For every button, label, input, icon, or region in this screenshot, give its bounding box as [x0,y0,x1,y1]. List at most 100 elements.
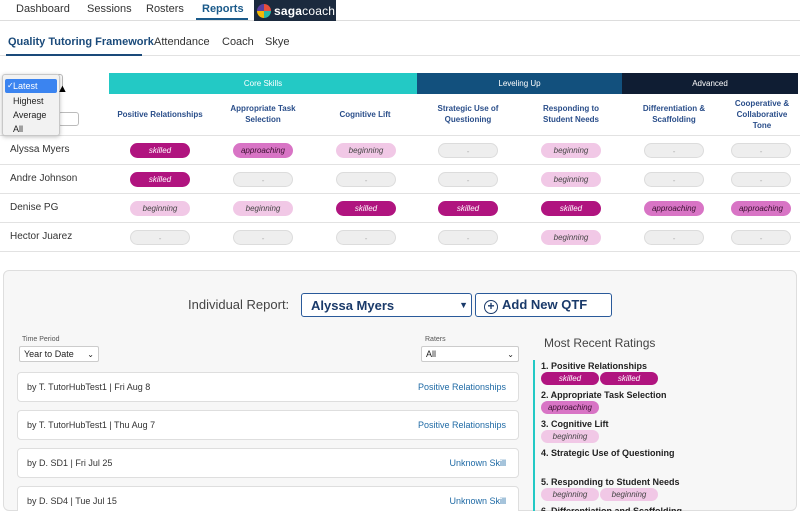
report-card[interactable]: by T. TutorHubTest1 | Fri Aug 8 Positive… [17,372,519,402]
tab-coach[interactable]: Coach [222,36,254,48]
view-option-all[interactable]: All [3,122,59,136]
brand-logo[interactable]: sagacoach [254,0,336,21]
view-option-latest[interactable]: ✓ Latest [5,79,57,93]
report-author-date: by D. SD4 | Tue Jul 15 [27,496,117,506]
time-period-value: Year to Date [24,349,74,359]
tab-reports[interactable]: Reports [202,3,244,15]
rating-pill: - [130,230,190,245]
tab-rosters[interactable]: Rosters [146,3,184,15]
student-name: Denise PG [10,202,59,213]
report-author-date: by T. TutorHubTest1 | Thu Aug 7 [27,420,156,430]
tab-dashboard[interactable]: Dashboard [16,3,70,15]
student-name: Alyssa Myers [10,144,70,155]
recent-skill-label: 6. Differentiation and Scaffolding [541,506,683,511]
rating-pill: - [644,143,704,158]
recent-rating-pill: beginning [541,488,599,501]
individual-report-label: Individual Report: [188,297,290,312]
view-option-average[interactable]: Average [3,108,59,122]
rating-pill: skilled [336,201,396,216]
timeline-bar [533,360,535,511]
tab-attendance[interactable]: Attendance [154,36,210,48]
rating-pill: beginning [541,230,601,245]
rating-pill: - [438,172,498,187]
report-skill-link[interactable]: Positive Relationships [418,420,506,430]
check-icon: ✓ [7,81,14,90]
table-row[interactable]: Andre Johnson skilled - - - beginning - - [0,164,800,193]
group-leveling-up: Leveling Up [417,73,622,94]
name-filter-input[interactable] [58,112,79,126]
sub-nav: Quality Tutoring Framework Attendance Co… [0,30,800,56]
report-card[interactable]: by T. TutorHubTest1 | Thu Aug 7 Positive… [17,410,519,440]
tab-reports-underline [196,18,248,20]
brand-text: sagacoach [274,3,336,18]
raters-label: Raters [425,336,446,343]
rating-pill: skilled [130,172,190,187]
student-name: Hector Juarez [10,231,73,242]
view-option-highest[interactable]: Highest [3,94,59,108]
report-author-date: by T. TutorHubTest1 | Fri Aug 8 [27,382,151,392]
rating-pill: - [731,230,791,245]
skill-header: Differentiation & Scaffolding [642,104,706,124]
time-period-select[interactable]: Year to Date ⌄ [19,346,99,362]
rating-pill: beginning [541,143,601,158]
tab-sessions[interactable]: Sessions [87,3,132,15]
skill-header: Cognitive Lift [339,109,391,119]
report-skill-link[interactable]: Unknown Skill [449,458,506,468]
plus-circle-icon: + [484,300,498,314]
recent-rating-pill: skilled [600,372,658,385]
rating-pill: - [233,172,293,187]
report-author-date: by D. SD1 | Fri Jul 25 [27,458,113,468]
recent-rating-pill: approaching [541,401,599,414]
rating-pill: - [644,172,704,187]
sagacoach-logo-icon [257,3,271,18]
skill-header: Responding to Student Needs [542,104,599,124]
recent-skill-label: 4. Strategic Use of Questioning [541,448,675,458]
rating-pill: - [644,230,704,245]
group-advanced: Advanced [622,73,798,94]
recent-skill-label: 2. Appropriate Task Selection [541,390,667,400]
group-core-skills: Core Skills [109,73,417,94]
rating-pill: - [336,230,396,245]
rating-pill: skilled [438,201,498,216]
tab-skye[interactable]: Skye [265,36,289,48]
rating-pill: beginning [336,143,396,158]
rating-pill: skilled [541,201,601,216]
recent-skill-label: 1. Positive Relationships [541,361,648,371]
report-skill-link[interactable]: Positive Relationships [418,382,506,392]
chevron-down-icon: ⌄ [87,350,94,359]
raters-select[interactable]: All ⌄ [421,346,519,362]
rating-pill: - [731,172,791,187]
rating-pill: - [438,230,498,245]
tab-qtf[interactable]: Quality Tutoring Framework [8,36,154,48]
add-new-qtf-button[interactable]: + Add New QTF [475,293,612,317]
table-bottom-border [0,251,800,252]
table-row[interactable]: Hector Juarez - - - - beginning - - [0,222,800,251]
rating-pill: - [336,172,396,187]
table-row[interactable]: Alyssa Myers skilled approaching beginning -… [0,135,800,164]
rating-pill: approaching [233,143,293,158]
top-nav: Dashboard Sessions Rosters Reports sagac… [0,0,800,21]
skill-header: Positive Relationships [117,109,203,119]
rating-pill: - [731,143,791,158]
skill-header: Appropriate Task Selection [230,104,296,124]
rating-pill: beginning [130,201,190,216]
rating-pill: - [438,143,498,158]
recent-skill-label: 5. Responding to Student Needs [541,477,680,487]
chevron-down-icon: ⌄ [507,350,514,359]
student-select-value: Alyssa Myers [311,298,395,313]
report-card[interactable]: by D. SD1 | Fri Jul 25 Unknown Skill [17,448,519,478]
rating-pill: skilled [130,143,190,158]
tab-qtf-underline [6,54,142,56]
mouse-cursor-icon: ▲ [57,83,68,95]
student-select[interactable]: Alyssa Myers ▼ [301,293,472,317]
rating-pill: beginning [233,201,293,216]
report-card[interactable]: by D. SD4 | Tue Jul 15 Unknown Skill [17,486,519,511]
skill-header: Strategic Use of Questioning [437,104,499,124]
time-period-label: Time Period [22,336,60,343]
report-skill-link[interactable]: Unknown Skill [449,496,506,506]
most-recent-ratings-title: Most Recent Ratings [544,336,656,350]
skill-header: Cooperative & Collaborative Tone [734,98,790,130]
raters-value: All [426,349,437,359]
caret-down-icon: ▼ [459,300,468,310]
table-row[interactable]: Denise PG beginning beginning skilled skille… [0,193,800,222]
